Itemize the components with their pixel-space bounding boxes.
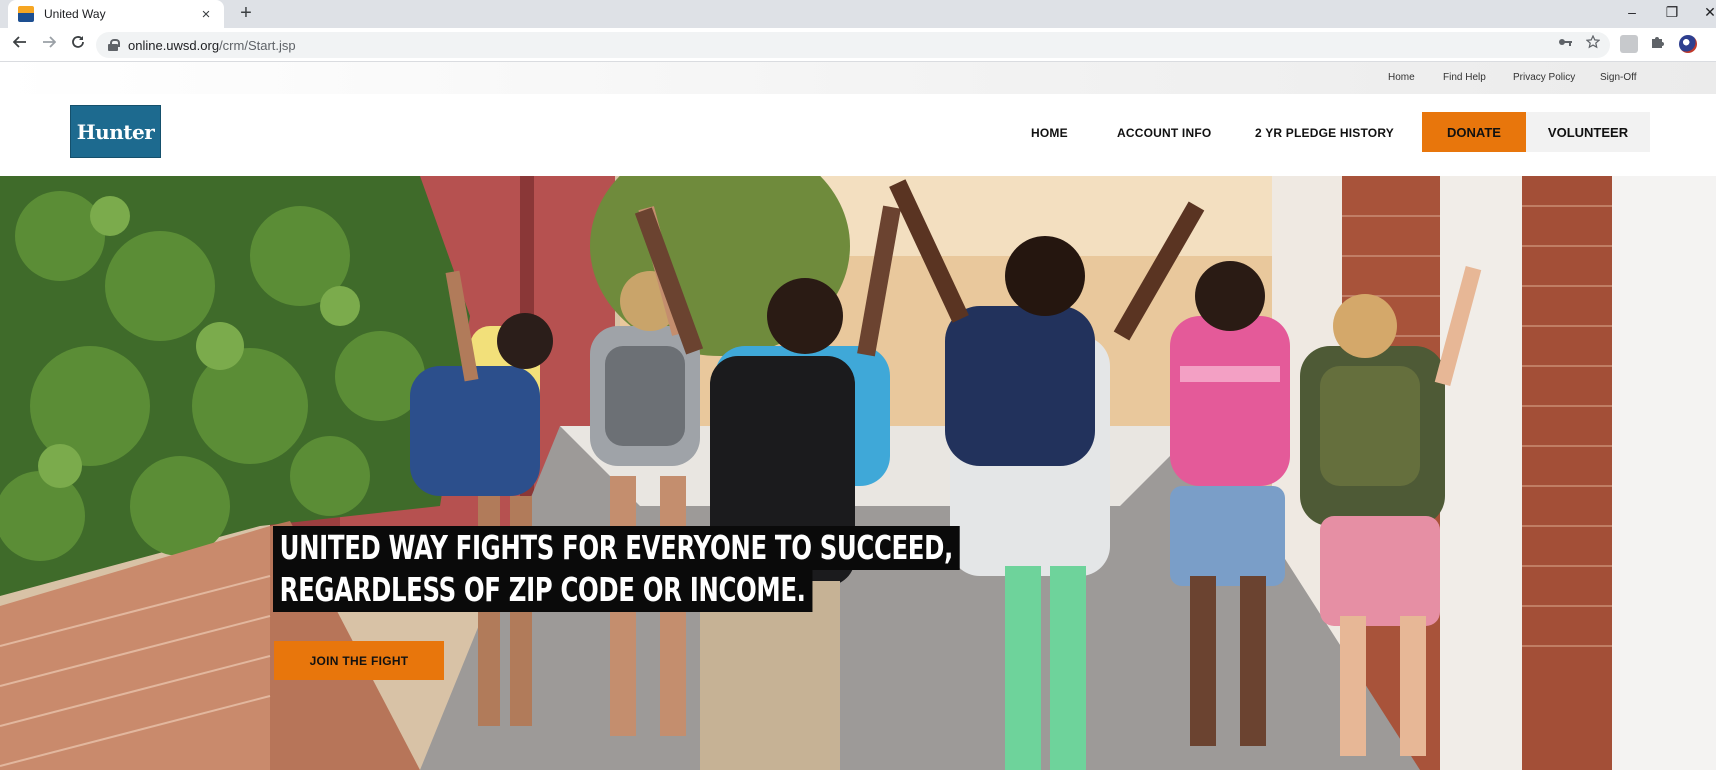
- extension-icon[interactable]: [1620, 35, 1638, 53]
- logo-text: Hunter: [76, 119, 155, 144]
- headline-line-2: REGARDLESS OF ZIP CODE OR INCOME.: [273, 568, 813, 612]
- favicon-icon: [18, 6, 34, 22]
- headline-line-1: UNITED WAY FIGHTS FOR EVERYONE TO SUCCEE…: [273, 526, 960, 570]
- key-icon[interactable]: [1554, 33, 1576, 55]
- tab-title: United Way: [44, 7, 106, 21]
- util-home-link[interactable]: Home: [1388, 72, 1415, 83]
- url-host: online.uwsd.org: [128, 37, 220, 53]
- lock-icon: [108, 39, 120, 51]
- minimize-button[interactable]: –: [1622, 4, 1642, 20]
- util-sign-off-link[interactable]: Sign-Off: [1600, 72, 1637, 83]
- forward-icon[interactable]: [38, 34, 60, 56]
- url-path: /crm/Start.jsp: [219, 37, 296, 53]
- nav-pledge-history[interactable]: 2 YR PLEDGE HISTORY: [1255, 126, 1394, 140]
- puzzle-icon[interactable]: [1646, 33, 1668, 55]
- tab-close-icon[interactable]: ×: [198, 6, 214, 23]
- nav-account-info[interactable]: ACCOUNT INFO: [1117, 126, 1211, 140]
- address-bar[interactable]: online.uwsd.org/crm/Start.jsp: [96, 32, 1610, 58]
- browser-toolbar: online.uwsd.org/crm/Start.jsp: [0, 28, 1716, 62]
- restore-button[interactable]: ❐: [1662, 4, 1682, 21]
- nav-home[interactable]: HOME: [1031, 126, 1068, 140]
- donate-button[interactable]: DONATE: [1422, 112, 1526, 152]
- hero-photo: [0, 176, 1716, 770]
- close-window-button[interactable]: ✕: [1700, 4, 1716, 21]
- util-find-help-link[interactable]: Find Help: [1443, 72, 1486, 83]
- hero-banner: UNITED WAY FIGHTS FOR EVERYONE TO SUCCEE…: [0, 176, 1716, 770]
- site-header: Hunter HOME ACCOUNT INFO 2 YR PLEDGE HIS…: [0, 94, 1716, 176]
- reload-icon[interactable]: [67, 34, 89, 56]
- browser-tabstrip: United Way × + – ❐ ✕: [0, 0, 1716, 28]
- volunteer-button[interactable]: VOLUNTEER: [1526, 112, 1650, 152]
- new-tab-button[interactable]: +: [236, 3, 256, 24]
- logo[interactable]: Hunter: [70, 105, 161, 158]
- util-privacy-link[interactable]: Privacy Policy: [1513, 72, 1575, 83]
- browser-tab[interactable]: United Way ×: [8, 0, 224, 28]
- profile-icon[interactable]: [1679, 35, 1697, 53]
- star-icon[interactable]: [1582, 33, 1604, 55]
- join-the-fight-button[interactable]: JOIN THE FIGHT: [274, 641, 444, 680]
- utility-nav: Home Find Help Privacy Policy Sign-Off: [0, 62, 1716, 94]
- back-icon[interactable]: [9, 34, 31, 56]
